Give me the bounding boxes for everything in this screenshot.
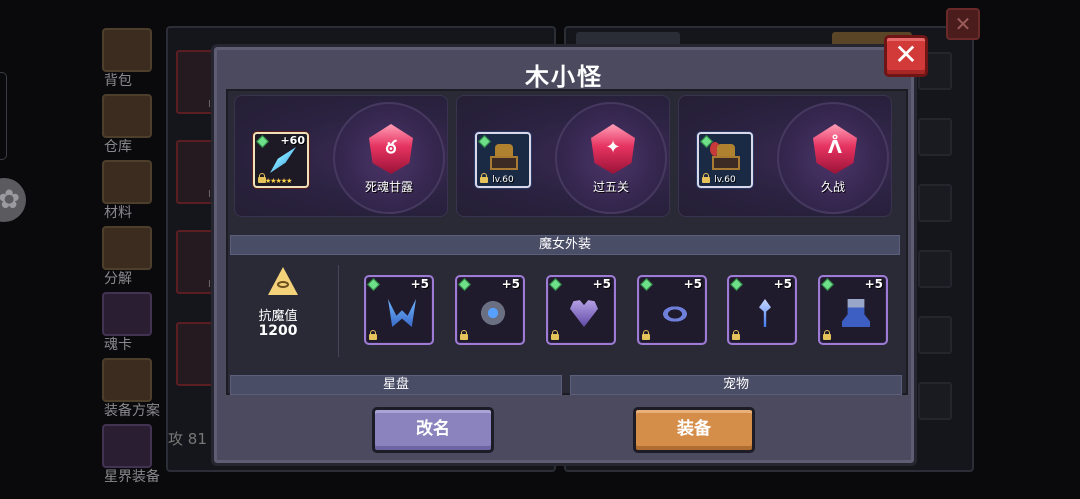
lock-slot-icon[interactable] (918, 184, 952, 222)
lock-slot-icon[interactable] (918, 316, 952, 354)
materials-icon (102, 160, 152, 204)
pet-section-header[interactable]: 宠物 (570, 375, 902, 395)
item-enhance-level: +60 (280, 134, 305, 147)
attack-stat-label: 攻 (168, 430, 184, 448)
item-level: lv.60 (714, 175, 736, 185)
sidebar-item-astral-gear[interactable]: 星界装备 (98, 422, 160, 485)
costume-enhance-level: +5 (864, 277, 883, 291)
skill-group: +60 ★★★★★ ఠ 死魂甘露 (234, 95, 448, 217)
costume-enhance-level: +5 (773, 277, 792, 291)
costume-slot-wand[interactable]: +5 (727, 275, 797, 345)
soul-card-icon (102, 292, 152, 336)
skill-name: 过五关 (592, 180, 629, 194)
magic-resist-stat: 抗魔值 1200 (230, 261, 326, 355)
divider (338, 265, 339, 357)
equip-button[interactable]: 装备 (633, 407, 755, 453)
attack-stat-value: 81 (187, 430, 207, 448)
horns-icon (388, 299, 416, 327)
dismantle-icon (102, 226, 152, 270)
costume-enhance-level: +5 (683, 277, 702, 291)
padlock-icon (551, 330, 559, 340)
close-button[interactable]: ✕ (884, 35, 928, 77)
lock-slot-icon[interactable] (918, 250, 952, 288)
sidebar-item-materials[interactable]: 材料 (98, 158, 156, 221)
gear-gem-icon (479, 299, 507, 327)
hero-detail-modal: 木小怪 ✕ +60 ★★★★★ ఠ 死魂甘露 lv.60 ✦ 过五关 lv.60… (211, 35, 928, 466)
sidebar-item-equip-plan[interactable]: 装备方案 (98, 356, 160, 419)
costume-enhance-level: +5 (501, 277, 520, 291)
item-stars: ★★★★★ (265, 177, 292, 185)
green-gem-icon (730, 278, 743, 291)
skill-sigil-icon: ᐰ (828, 137, 842, 158)
skill-group: lv.60 ✦ 过五关 (456, 95, 670, 217)
magic-resist-value: 1200 (258, 323, 298, 339)
settings-gear-icon[interactable]: ✿ (0, 178, 26, 222)
padlock-icon (732, 330, 740, 340)
lock-slot-icon[interactable] (918, 118, 952, 156)
green-gem-icon (821, 278, 834, 291)
skill-sigil-icon: ✦ (605, 137, 621, 158)
star-chart-section-header[interactable]: 星盘 (230, 375, 562, 395)
wand-icon (759, 299, 771, 327)
costume-section-header: 魔女外装 (230, 235, 900, 255)
costume-enhance-level: +5 (410, 277, 429, 291)
ring-icon (661, 305, 689, 323)
costume-slot-ring[interactable]: +5 (637, 275, 707, 345)
costume-slot-gem[interactable]: +5 (455, 275, 525, 345)
skill-orb[interactable]: ✦ 过五关 (555, 102, 667, 214)
item-level: lv.60 (492, 175, 514, 185)
green-gem-icon (256, 135, 269, 148)
warehouse-icon (102, 94, 152, 138)
lock-slot-icon[interactable] (918, 382, 952, 420)
skill-sigil-icon: ఠ (385, 137, 397, 158)
modal-title: 木小怪 (525, 63, 603, 91)
skill-orb[interactable]: ᐰ 久战 (777, 102, 889, 214)
weapon-item-card[interactable]: +60 ★★★★★ (253, 132, 309, 188)
attack-stat: 攻 81 (168, 428, 207, 449)
rename-button[interactable]: 改名 (372, 407, 494, 453)
padlock-icon (642, 330, 650, 340)
left-edge-panel (0, 72, 7, 160)
padlock-icon (460, 330, 468, 340)
costume-slot-boots[interactable]: +5 (818, 275, 888, 345)
astral-gear-icon (102, 424, 152, 468)
sidebar-item-backpack[interactable]: 背包 (98, 26, 156, 89)
green-gem-icon (640, 278, 653, 291)
background-close-button[interactable]: ✕ (946, 8, 980, 40)
equip-plan-icon (102, 358, 152, 402)
golden-warrior-icon (487, 140, 521, 174)
costume-slot-horns[interactable]: +5 (364, 275, 434, 345)
boots-icon (842, 299, 870, 327)
inventory-sidebar: 背包 仓库 材料 分解 魂卡 装备方案 星界装备 (98, 26, 160, 488)
magic-resist-label: 抗魔值 (258, 309, 298, 324)
hero-item-card[interactable]: lv.60 (697, 132, 753, 188)
sidebar-item-soul-card[interactable]: 魂卡 (98, 290, 156, 353)
sidebar-item-warehouse[interactable]: 仓库 (98, 92, 156, 155)
green-gem-icon (367, 278, 380, 291)
hero-item-card[interactable]: lv.60 (475, 132, 531, 188)
costume-slot-heart[interactable]: +5 (546, 275, 616, 345)
feather-sword-icon (270, 147, 296, 173)
sidebar-item-dismantle[interactable]: 分解 (98, 224, 156, 287)
skill-group: lv.60 ᐰ 久战 (678, 95, 892, 217)
green-gem-icon (549, 278, 562, 291)
skill-name: 死魂甘露 (364, 180, 413, 194)
costume-enhance-level: +5 (592, 277, 611, 291)
padlock-icon (823, 330, 831, 340)
skill-orb[interactable]: ఠ 死魂甘露 (333, 102, 445, 214)
red-warrior-icon (709, 140, 743, 174)
modal-content: +60 ★★★★★ ఠ 死魂甘露 lv.60 ✦ 过五关 lv.60 ᐰ 久战 … (226, 89, 908, 395)
heart-icon (570, 300, 598, 327)
green-gem-icon (458, 278, 471, 291)
padlock-icon (369, 330, 377, 340)
skill-name: 久战 (820, 180, 845, 194)
backpack-icon (102, 28, 152, 72)
eye-icon (277, 281, 289, 288)
